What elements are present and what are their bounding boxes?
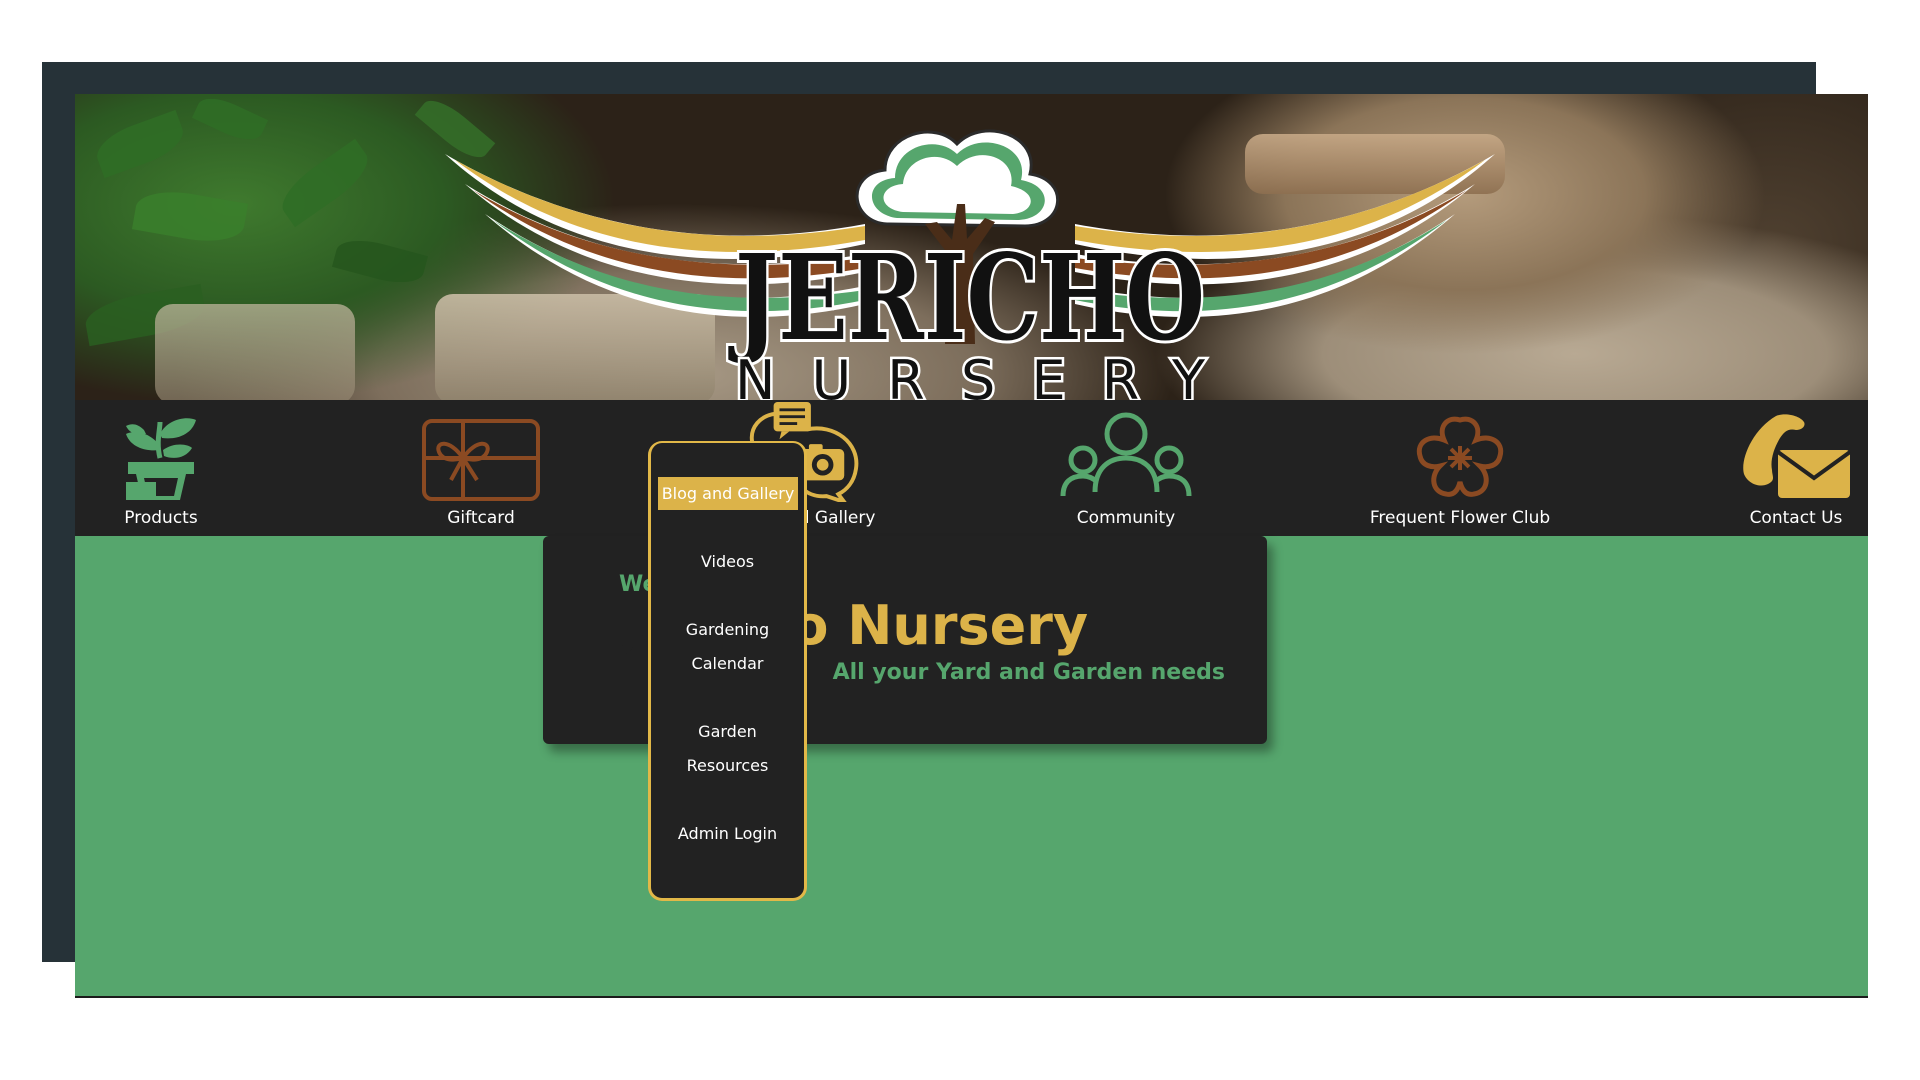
flower-icon (1416, 416, 1504, 497)
welcome-subtitle: All your Yard and Garden needs (832, 660, 1225, 685)
nav-label-products: Products (124, 508, 198, 528)
nav-item-products[interactable]: Products (95, 400, 227, 536)
dropdown-item-gardening-calendar[interactable]: Gardening Calendar (651, 613, 804, 681)
jericho-nursery-logo: JERICHO NURSERY (445, 129, 1495, 400)
main-navbar: Products Giftcard Gallery Community Freq… (75, 400, 1868, 536)
gift-card-icon (422, 419, 540, 501)
foliage-shape (332, 232, 428, 291)
dropdown-item-admin-login[interactable]: Admin Login (651, 817, 804, 851)
foliage-shape (191, 94, 269, 148)
foliage-shape (90, 109, 190, 179)
nav-label-community: Community (1076, 508, 1176, 528)
nav-item-contact-us[interactable]: Contact Us (1735, 400, 1857, 536)
nav-item-giftcard[interactable]: Giftcard (411, 400, 551, 536)
rock-shape (155, 304, 355, 400)
nav-label-frequent-flower-club: Frequent Flower Club (1369, 508, 1551, 528)
blog-gallery-dropdown: Blog and Gallery Videos Gardening Calend… (648, 441, 807, 901)
nav-item-frequent-flower-club[interactable]: Frequent Flower Club (1360, 400, 1560, 536)
foliage-shape (131, 184, 249, 249)
potted-plant-icon (126, 418, 196, 500)
people-group-icon (1060, 412, 1192, 497)
dropdown-item-garden-resources[interactable]: Garden Resources (651, 715, 804, 783)
foliage-shape (273, 138, 377, 228)
nav-label-contact-us: Contact Us (1749, 508, 1843, 528)
nav-label-giftcard: Giftcard (447, 508, 515, 528)
logo-wordmark: JERICHO (728, 228, 1205, 367)
phone-envelope-icon (1743, 414, 1852, 498)
dropdown-item-videos[interactable]: Videos (651, 545, 804, 579)
hero-banner: JERICHO NURSERY (75, 94, 1868, 400)
nav-item-community[interactable]: Community (1051, 400, 1201, 536)
dropdown-item-blog-and-gallery[interactable]: Blog and Gallery (658, 477, 798, 510)
